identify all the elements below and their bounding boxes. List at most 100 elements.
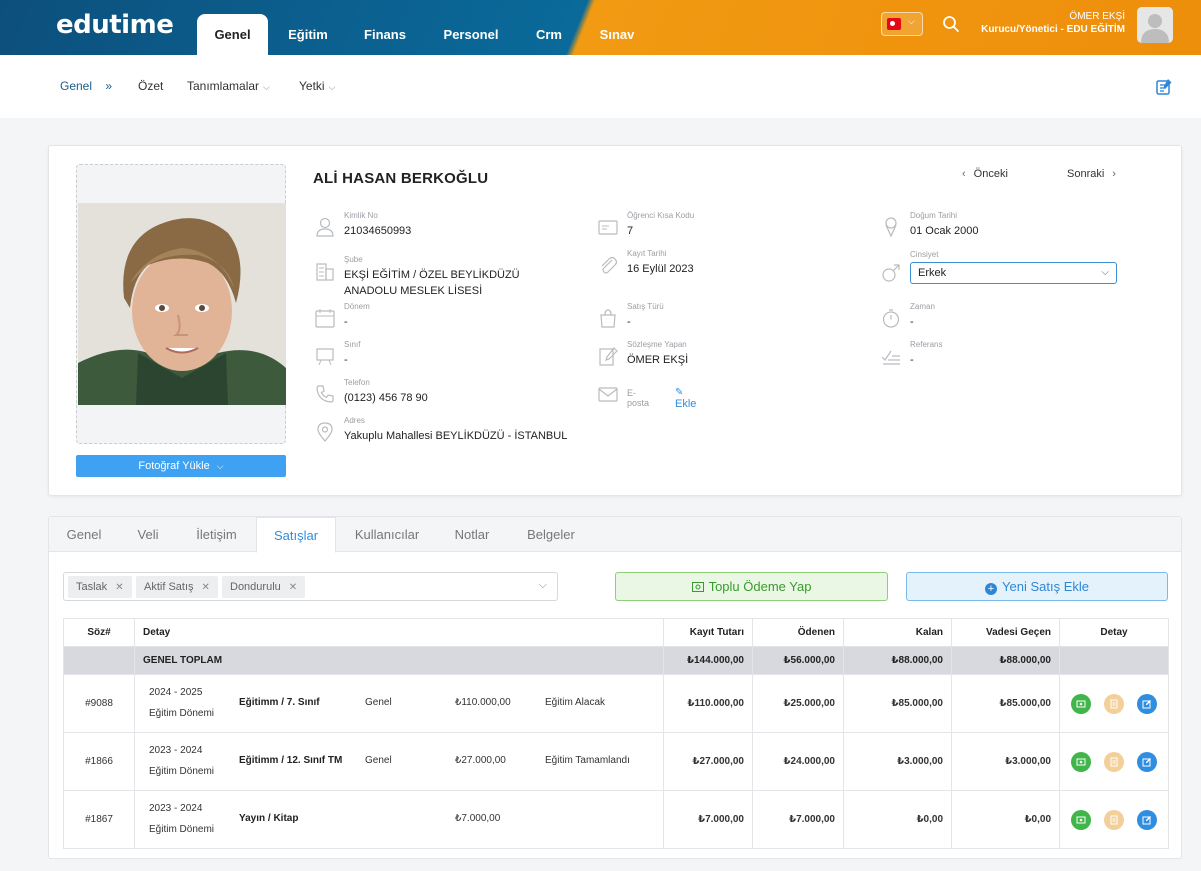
header-detay[interactable]: Detay <box>134 618 664 647</box>
tab-iletisim[interactable]: İletişim <box>189 517 244 552</box>
document-action-button[interactable] <box>1104 809 1124 830</box>
user-avatar[interactable] <box>1137 7 1173 43</box>
table-row[interactable]: #9088 2024 - 2025 Eğitim Dönemi Eğitimm … <box>63 674 1169 733</box>
row-type: Genel <box>365 697 392 708</box>
total-kalan: ₺88.000,00 <box>843 646 952 675</box>
row-kalan: ₺3.000,00 <box>843 732 952 791</box>
sube-label: Şube <box>344 255 363 264</box>
chevron-down-icon: ⌵ <box>908 16 915 26</box>
edit-action-button[interactable] <box>1136 809 1157 830</box>
row-vadesi: ₺3.000,00 <box>951 732 1060 791</box>
tab-belgeler[interactable]: Belgeler <box>521 517 581 552</box>
turkey-flag-icon <box>887 18 901 30</box>
photo-upload-label: Fotoğraf Yükle <box>138 460 210 472</box>
header-vadesi-gecen[interactable]: Vadesi Geçen <box>951 618 1060 647</box>
edutime-logo[interactable]: edutime <box>56 10 174 40</box>
previous-button[interactable]: ‹ Önceki <box>962 168 1008 180</box>
filter-chip-aktif-satis[interactable]: Aktif Satış ✕ <box>136 576 218 598</box>
row-actions <box>1059 732 1169 791</box>
header-soz[interactable]: Söz# <box>63 618 135 647</box>
row-actions <box>1059 790 1169 849</box>
total-kayit: ₺144.000,00 <box>663 646 753 675</box>
nav-tab-crm[interactable]: Crm <box>524 14 574 55</box>
close-icon[interactable]: ✕ <box>115 582 123 593</box>
row-detail: 2023 - 2024 Eğitim Dönemi Eğitimm / 12. … <box>134 732 664 791</box>
next-label: Sonraki <box>1067 168 1105 180</box>
donem-label: Dönem <box>344 302 370 311</box>
nav-tab-finans[interactable]: Finans <box>355 14 415 55</box>
row-period: Eğitim Dönemi <box>149 708 215 719</box>
subnav-tanimlamalar-label: Tanımlamalar <box>187 79 260 93</box>
nav-tab-egitim[interactable]: Eğitim <box>278 14 338 55</box>
new-sale-button[interactable]: + Yeni Satış Ekle <box>906 572 1168 601</box>
close-icon[interactable]: ✕ <box>202 582 210 593</box>
user-icon <box>316 217 334 237</box>
table-row[interactable]: #1867 2023 - 2024 Eğitim Dönemi Yayın / … <box>63 790 1169 849</box>
chevron-down-icon[interactable]: ⌵ <box>539 579 547 592</box>
notes-icon[interactable] <box>1155 78 1173 96</box>
bulk-payment-label: Toplu Ödeme Yap <box>708 579 812 594</box>
subnav-genel[interactable]: Genel » <box>60 79 112 93</box>
document-action-button[interactable] <box>1104 751 1124 772</box>
stopwatch-icon <box>882 309 900 328</box>
edit-icon: ✎ <box>675 387 684 398</box>
top-bar: edutime Genel Eğitim Finans Personel Crm… <box>0 0 1201 55</box>
subnav-yetki[interactable]: Yetki ⌵ <box>299 79 335 93</box>
search-icon[interactable] <box>941 14 961 34</box>
tab-veli[interactable]: Veli <box>127 517 169 552</box>
row-price: ₺27.000,00 <box>455 755 506 766</box>
add-email-button[interactable]: ✎ Ekle <box>675 386 696 410</box>
sinif-value: - <box>344 354 348 366</box>
filter-chip-taslak[interactable]: Taslak ✕ <box>68 576 132 598</box>
row-kalan: ₺85.000,00 <box>843 674 952 733</box>
tab-genel[interactable]: Genel <box>49 517 119 552</box>
photo-upload-button[interactable]: Fotoğraf Yükle ⌵ <box>76 455 286 477</box>
chip-taslak-label: Taslak <box>76 581 108 593</box>
chevron-left-icon: ‹ <box>962 168 966 180</box>
total-actions-cell <box>1059 646 1169 675</box>
total-label: GENEL TOPLAM <box>134 646 664 675</box>
money-icon <box>1076 758 1086 765</box>
subnav-ozet[interactable]: Özet <box>138 79 163 93</box>
status-filter[interactable]: Taslak ✕ Aktif Satış ✕ Dondurulu ✕ ⌵ <box>63 572 558 601</box>
payment-action-button[interactable] <box>1071 693 1092 714</box>
row-price: ₺110.000,00 <box>455 697 511 708</box>
close-icon[interactable]: ✕ <box>289 582 297 593</box>
payment-action-button[interactable] <box>1071 751 1092 772</box>
filter-chip-dondurulu[interactable]: Dondurulu ✕ <box>222 576 306 598</box>
row-detail: 2024 - 2025 Eğitim Dönemi Eğitimm / 7. S… <box>134 674 664 733</box>
row-kalan: ₺0,00 <box>843 790 952 849</box>
referans-label: Referans <box>910 340 943 349</box>
photo-frame <box>76 164 286 444</box>
tab-notlar[interactable]: Notlar <box>447 517 497 552</box>
edit-action-button[interactable] <box>1136 751 1157 772</box>
nav-tab-sinav[interactable]: Sınav <box>592 14 642 55</box>
tab-kullanicilar[interactable]: Kullanıcılar <box>349 517 425 552</box>
money-icon <box>1076 816 1086 823</box>
total-empty-cell <box>63 646 135 675</box>
student-photo <box>78 203 286 405</box>
subnav-tanimlamalar[interactable]: Tanımlamalar ⌵ <box>187 79 270 93</box>
header-odenen[interactable]: Ödenen <box>752 618 844 647</box>
row-type: Genel <box>365 755 392 766</box>
next-button[interactable]: Sonraki › <box>1067 168 1116 180</box>
kayit-tarihi-value: 16 Eylül 2023 <box>627 263 694 275</box>
bulk-payment-button[interactable]: Toplu Ödeme Yap <box>615 572 888 601</box>
table-row[interactable]: #1866 2023 - 2024 Eğitim Dönemi Eğitimm … <box>63 732 1169 791</box>
edit-icon <box>1142 815 1151 824</box>
kimlik-value: 21034650993 <box>344 225 412 237</box>
edit-action-button[interactable] <box>1136 693 1157 714</box>
document-action-button[interactable] <box>1104 693 1124 714</box>
zaman-value: - <box>910 316 914 328</box>
nav-tab-genel[interactable]: Genel <box>197 14 268 55</box>
telefon-label: Telefon <box>344 378 370 387</box>
language-selector[interactable]: ⌵ <box>881 12 923 36</box>
gender-select[interactable]: Erkek ⌵ <box>910 262 1117 284</box>
payment-action-button[interactable] <box>1071 809 1092 830</box>
header-kayit-tutari[interactable]: Kayıt Tutarı <box>663 618 753 647</box>
subnav-genel-label: Genel <box>60 79 93 93</box>
tab-satislar[interactable]: Satışlar <box>256 517 336 553</box>
header-kalan[interactable]: Kalan <box>843 618 952 647</box>
chevron-right-icon: › <box>1112 168 1116 180</box>
nav-tab-personel[interactable]: Personel <box>436 14 506 55</box>
